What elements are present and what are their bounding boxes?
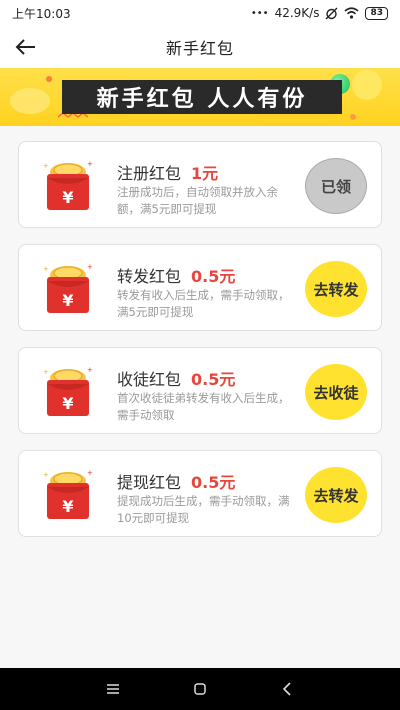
red-envelope-icon: ¥ + +	[43, 263, 93, 313]
home-icon	[194, 683, 206, 695]
page-title: 新手红包	[165, 39, 234, 58]
share-button[interactable]: 去转发	[305, 261, 367, 317]
back-icon	[282, 682, 291, 696]
system-back-button[interactable]	[267, 674, 307, 704]
top-nav-bar: 新手红包	[0, 26, 400, 68]
card-title-row: 注册红包 1元	[117, 160, 218, 184]
card-title-row: 提现红包 0.5元	[117, 469, 235, 493]
card-title: 转发红包	[117, 267, 182, 286]
alarm-off-icon	[325, 7, 338, 20]
status-bar: 上午10:03 ••• 42.9K/s 83	[0, 0, 400, 26]
net-speed: 42.9K/s	[274, 6, 320, 20]
card-title: 收徒红包	[117, 370, 182, 389]
card-amount: 0.5元	[191, 473, 236, 492]
status-dots: •••	[250, 7, 269, 19]
svg-text:¥: ¥	[62, 291, 73, 310]
card-title: 注册红包	[117, 164, 182, 183]
menu-icon	[107, 684, 120, 694]
svg-text:+: +	[87, 263, 93, 271]
svg-text:+: +	[87, 366, 93, 374]
svg-text:+: +	[43, 471, 49, 479]
status-time: 上午10:03	[12, 6, 71, 21]
banner-decoration	[10, 88, 50, 114]
reward-card: ¥ + + 提现红包 0.5元 提现成功后生成，需手动领取，满10元即可提现 去…	[18, 450, 382, 537]
arrow-left-icon	[15, 39, 35, 55]
share-button[interactable]: 去转发	[305, 467, 367, 523]
battery-indicator: 83	[365, 6, 388, 20]
banner-text: 新手红包 人人有份	[96, 87, 308, 112]
system-nav-bar	[0, 668, 400, 710]
svg-text:+: +	[87, 160, 93, 168]
home-button[interactable]	[180, 674, 220, 704]
card-title-row: 转发红包 0.5元	[117, 263, 235, 287]
red-envelope-icon: ¥ + +	[43, 469, 93, 519]
banner-strip: 新手红包 人人有份	[62, 80, 342, 114]
card-description: 转发有收入后生成，需手动领取，满5元即可提现	[117, 288, 290, 319]
menu-button[interactable]	[93, 674, 133, 704]
reward-card: ¥ + + 注册红包 1元 注册成功后，自动领取并放入余额，满5元即可提现 已领	[18, 141, 382, 228]
card-description: 首次收徒徒弟转发有收入后生成，需手动领取	[117, 391, 290, 422]
reward-card: ¥ + + 收徒红包 0.5元 首次收徒徒弟转发有收入后生成，需手动领取 去收徒	[18, 347, 382, 434]
svg-text:¥: ¥	[62, 497, 73, 516]
wifi-icon	[344, 7, 359, 19]
claimed-button[interactable]: 已领	[305, 158, 367, 214]
recruit-button[interactable]: 去收徒	[305, 364, 367, 420]
banner-decoration	[350, 114, 356, 120]
svg-text:+: +	[43, 265, 49, 273]
reward-card: ¥ + + 转发红包 0.5元 转发有收入后生成，需手动领取，满5元即可提现 去…	[18, 244, 382, 331]
svg-text:¥: ¥	[62, 394, 73, 413]
status-icons: ••• 42.9K/s 83	[251, 6, 388, 20]
svg-text:+: +	[87, 469, 93, 477]
card-description: 注册成功后，自动领取并放入余额，满5元即可提现	[117, 185, 278, 216]
banner-decoration	[46, 76, 52, 82]
red-envelope-icon: ¥ + +	[43, 160, 93, 210]
red-envelope-icon: ¥ + +	[43, 366, 93, 416]
svg-text:¥: ¥	[62, 188, 73, 207]
card-title-row: 收徒红包 0.5元	[117, 366, 235, 390]
card-title: 提现红包	[117, 473, 182, 492]
banner-decoration	[352, 70, 382, 100]
svg-text:+: +	[43, 162, 49, 170]
card-amount: 1元	[191, 164, 219, 183]
promo-banner: 新手红包 人人有份	[0, 68, 400, 126]
card-amount: 0.5元	[191, 267, 236, 286]
card-description: 提现成功后生成，需手动领取，满10元即可提现	[117, 494, 290, 525]
svg-text:+: +	[43, 368, 49, 376]
card-amount: 0.5元	[191, 370, 236, 389]
back-button[interactable]	[12, 34, 40, 60]
